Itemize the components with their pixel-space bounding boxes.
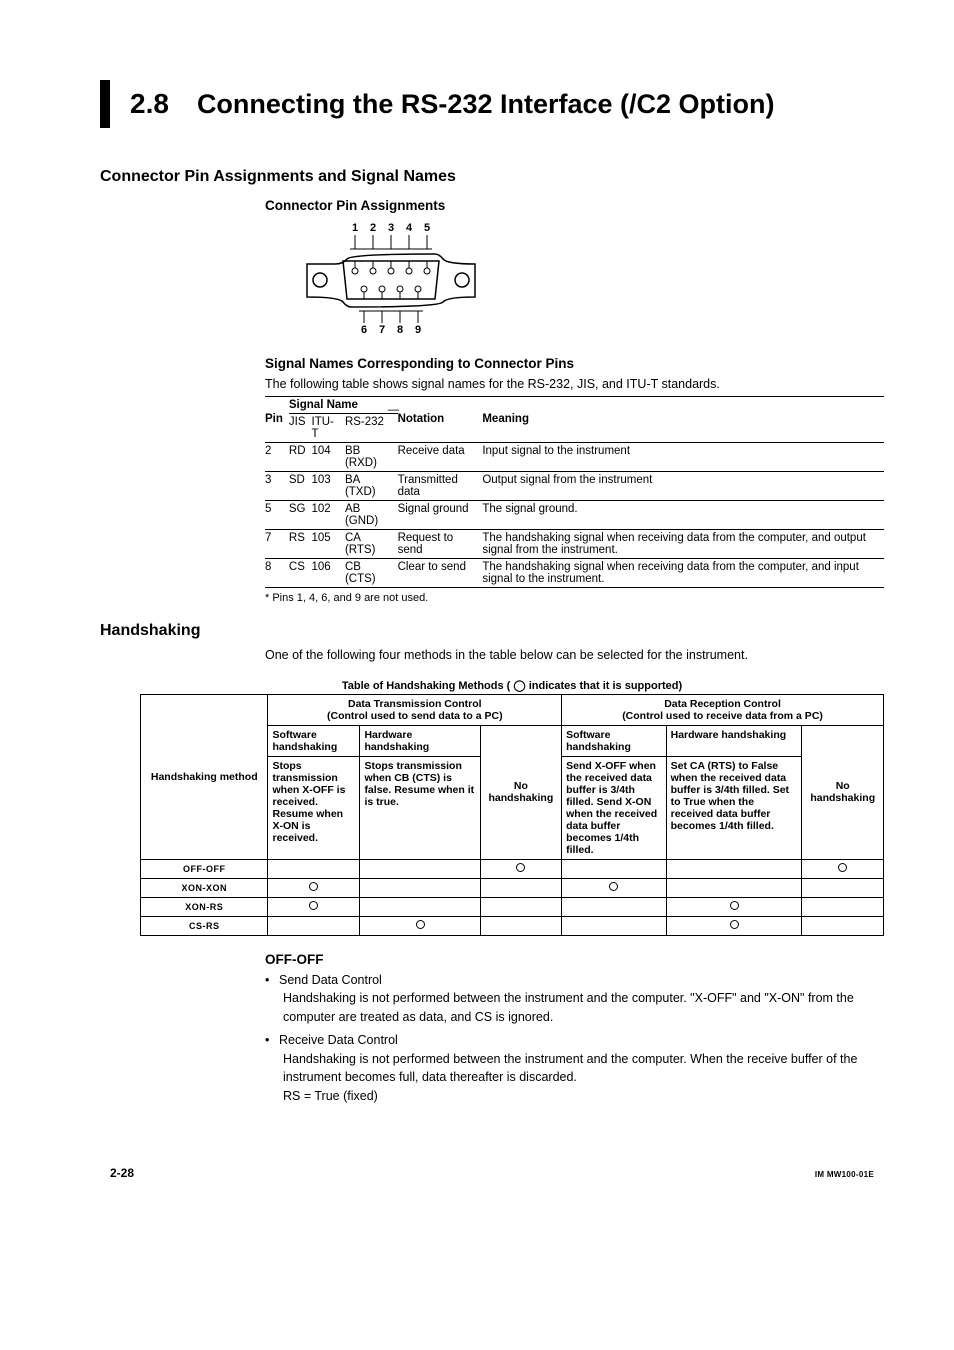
support-icon — [838, 863, 847, 872]
svg-text:4: 4 — [406, 222, 413, 234]
th-rx-sw-desc: Send X-OFF when the received data buffer… — [562, 756, 667, 859]
h3-connector-pin: Connector Pin Assignments and Signal Nam… — [100, 168, 884, 186]
table-row: CS-RS — [141, 916, 884, 935]
th-no-tx: No handshaking — [480, 725, 562, 859]
list-item: •Send Data Control Handshaking is not pe… — [265, 971, 884, 1027]
th-hw-tx: Hardware handshaking — [360, 725, 480, 756]
support-icon — [730, 920, 739, 929]
h4-connector-pin: Connector Pin Assignments — [265, 198, 884, 213]
support-icon — [309, 901, 318, 910]
th-sw-tx: Software handshaking — [268, 725, 360, 756]
hs-caption: Table of Handshaking Methods ( ◯ indicat… — [140, 679, 884, 692]
support-icon — [309, 882, 318, 891]
th-tx-sw-desc: Stops transmission when X-OFF is receive… — [268, 756, 360, 859]
page-number: 2-28 — [110, 1166, 134, 1180]
connector-diagram: 1 2 3 4 5 6 7 8 9 — [295, 219, 884, 344]
sig-intro: The following table shows signal names f… — [265, 375, 884, 394]
table-row: 3 SD 103 BA (TXD) Transmitted data Outpu… — [265, 471, 884, 500]
support-icon — [516, 863, 525, 872]
signal-table: Pin Signal Name — Notation Meaning JIS I… — [265, 396, 884, 588]
th-jis: JIS — [289, 413, 312, 442]
svg-text:5: 5 — [424, 222, 430, 234]
page: 2.8 Connecting the RS-232 Interface (/C2… — [0, 0, 954, 1210]
hs-table-wrap: Table of Handshaking Methods ( ◯ indicat… — [140, 679, 884, 936]
table-row: 8 CS 106 CB (CTS) Clear to send The hand… — [265, 558, 884, 587]
th-tx: Data Transmission Control(Control used t… — [268, 694, 562, 725]
th-itu: ITU-T — [312, 413, 345, 442]
bullet-label: Send Data Control — [279, 973, 382, 987]
table-row: 2 RD 104 BB (RXD) Receive data Input sig… — [265, 442, 884, 471]
section-title: Connecting the RS-232 Interface (/C2 Opt… — [197, 89, 775, 120]
th-tx-hw-desc: Stops transmission when CB (CTS) is fals… — [360, 756, 480, 859]
support-icon — [609, 882, 618, 891]
offoff-section: OFF-OFF •Send Data Control Handshaking i… — [265, 952, 884, 1106]
hs-intro: One of the following four methods in the… — [265, 646, 884, 665]
table-row: 5 SG 102 AB (GND) Signal ground The sign… — [265, 500, 884, 529]
offoff-title: OFF-OFF — [265, 952, 884, 967]
pin-label-1: 1 — [352, 222, 358, 234]
doc-id: IM MW100-01E — [815, 1170, 874, 1179]
content-block-2: One of the following four methods in the… — [265, 646, 884, 665]
section-title-row: 2.8 Connecting the RS-232 Interface (/C2… — [100, 80, 884, 128]
th-rx-hw-desc: Set CA (RTS) to False when the received … — [666, 756, 802, 859]
footer: 2-28 IM MW100-01E — [100, 1166, 884, 1180]
th-rx: Data Reception Control(Control used to r… — [562, 694, 884, 725]
th-method: Handshaking method — [141, 694, 268, 859]
support-icon — [416, 920, 425, 929]
content-block-1: Connector Pin Assignments 1 2 3 4 5 6 7 … — [265, 198, 884, 604]
h4-signal-names: Signal Names Corresponding to Connector … — [265, 356, 884, 371]
handshaking-table: Handshaking method Data Transmission Con… — [140, 694, 884, 936]
svg-text:6: 6 — [361, 324, 367, 336]
title-bar — [100, 80, 110, 128]
th-hw-rx: Hardware handshaking — [666, 725, 802, 756]
svg-text:2: 2 — [370, 222, 376, 234]
h3-handshaking: Handshaking — [100, 622, 884, 640]
th-sw-rx: Software handshaking — [562, 725, 667, 756]
th-no-rx: No handshaking — [802, 725, 884, 859]
th-signalname: Signal Name — [289, 396, 398, 413]
th-meaning: Meaning — [482, 396, 884, 442]
table-row: XON-RS — [141, 897, 884, 916]
table-row: 7 RS 105 CA (RTS) Request to send The ha… — [265, 529, 884, 558]
support-icon — [730, 901, 739, 910]
table-row: OFF-OFF — [141, 859, 884, 878]
svg-text:9: 9 — [415, 324, 421, 336]
bullet-text: RS = True (fixed) — [283, 1087, 884, 1106]
svg-text:7: 7 — [379, 324, 385, 336]
th-pin: Pin — [265, 396, 289, 442]
svg-text:8: 8 — [397, 324, 403, 336]
bullet-text: Handshaking is not performed between the… — [283, 1050, 884, 1088]
section-number: 2.8 — [130, 88, 169, 120]
bullet-label: Receive Data Control — [279, 1033, 398, 1047]
th-rs: RS-232 — [345, 413, 398, 442]
bullet-text: Handshaking is not performed between the… — [283, 989, 884, 1027]
th-notation: Notation — [398, 413, 445, 425]
table-row: XON-XON — [141, 878, 884, 897]
list-item: •Receive Data Control Handshaking is not… — [265, 1031, 884, 1106]
svg-text:3: 3 — [388, 222, 394, 234]
sig-footnote: * Pins 1, 4, 6, and 9 are not used. — [265, 592, 884, 604]
